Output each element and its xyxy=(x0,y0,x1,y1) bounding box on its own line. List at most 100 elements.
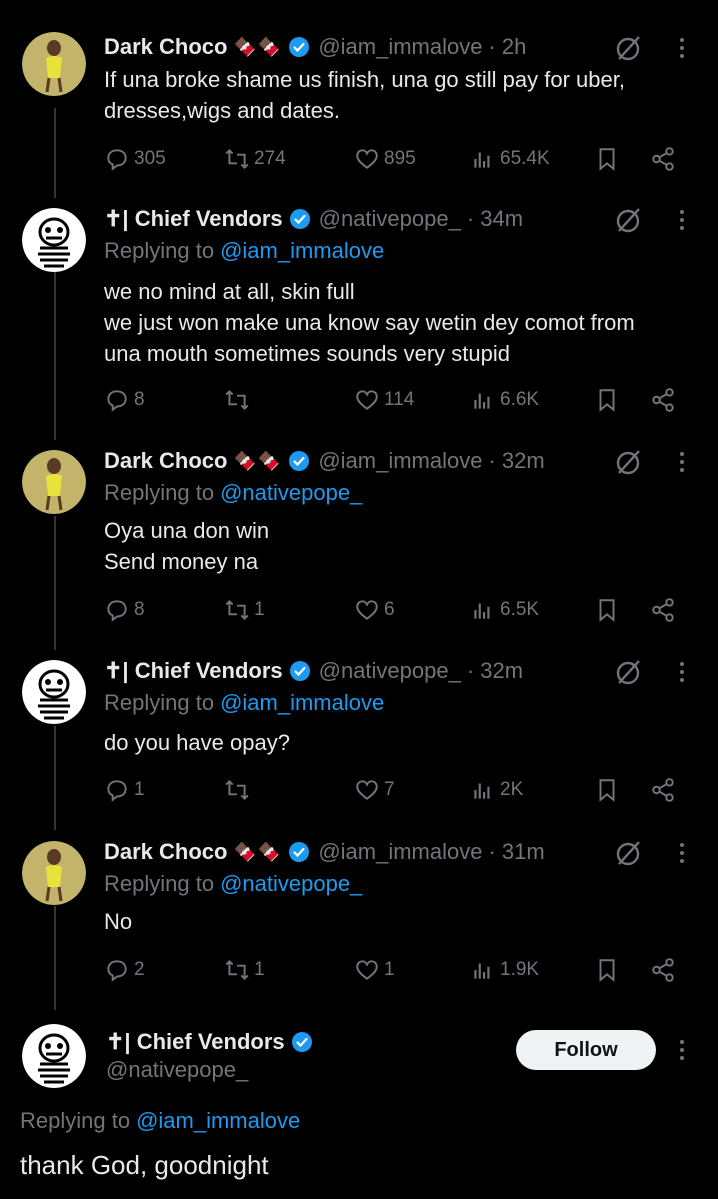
grok-icon[interactable] xyxy=(612,204,644,236)
tweet-text: If una broke shame us finish, una go sti… xyxy=(104,67,625,123)
more-icon[interactable] xyxy=(672,1034,692,1066)
repost-button[interactable]: 1 xyxy=(224,955,265,985)
bookmark-button[interactable] xyxy=(594,775,624,805)
reply-count: 305 xyxy=(134,148,166,169)
like-button[interactable]: 895 xyxy=(354,144,416,174)
more-icon[interactable] xyxy=(672,204,692,236)
reply-button[interactable]: 1 xyxy=(104,775,145,805)
author-handle[interactable]: @iam_immalove xyxy=(318,34,482,60)
reply-count: 8 xyxy=(134,599,145,620)
reply-button[interactable]: 305 xyxy=(104,144,166,174)
author-handle[interactable]: @iam_immalove xyxy=(318,448,482,474)
replying-to-mention[interactable]: @nativepope_ xyxy=(220,871,362,896)
replying-to: Replying to @nativepope_ xyxy=(104,871,362,897)
thread-line xyxy=(54,906,56,1010)
verified-icon xyxy=(289,209,310,229)
reply-button[interactable]: 8 xyxy=(104,385,145,415)
timestamp[interactable]: · 34m xyxy=(467,206,523,232)
bookmark-icon xyxy=(599,389,615,412)
author-name[interactable]: Dark Choco xyxy=(104,839,227,865)
author-name[interactable]: Dark Choco xyxy=(104,34,227,60)
more-icon[interactable] xyxy=(672,656,692,688)
reply-button[interactable]: 2 xyxy=(104,955,145,985)
verified-icon xyxy=(289,37,310,57)
bookmark-button[interactable] xyxy=(594,385,624,415)
timestamp[interactable]: · 32m xyxy=(488,448,544,474)
reply-icon xyxy=(107,390,127,412)
verified-icon xyxy=(289,661,310,681)
follow-button[interactable]: Follow xyxy=(516,1030,656,1070)
like-button[interactable]: 6 xyxy=(354,595,395,625)
reply-icon xyxy=(107,960,127,982)
grok-icon[interactable] xyxy=(612,837,644,869)
share-button[interactable] xyxy=(650,144,680,174)
like-icon xyxy=(356,600,378,620)
share-button[interactable] xyxy=(650,595,680,625)
repost-button[interactable] xyxy=(224,385,254,415)
views-button[interactable]: 2K xyxy=(470,775,523,805)
bookmark-icon xyxy=(599,148,615,171)
replying-to-label: Replying to xyxy=(104,690,215,715)
timestamp[interactable]: · 31m xyxy=(488,839,544,865)
author-handle[interactable]: @nativepope_ xyxy=(319,658,461,684)
views-button[interactable]: 1.9K xyxy=(470,955,539,985)
views-button[interactable]: 6.5K xyxy=(470,595,539,625)
more-icon[interactable] xyxy=(672,837,692,869)
replying-to-mention[interactable]: @nativepope_ xyxy=(220,480,362,505)
avatar[interactable] xyxy=(22,450,86,514)
avatar[interactable] xyxy=(22,1024,86,1088)
replying-to-label: Replying to xyxy=(104,238,215,263)
more-icon[interactable] xyxy=(672,446,692,478)
verified-icon xyxy=(291,1032,312,1052)
author-name[interactable]: ✝| Chief Vendors xyxy=(104,206,283,232)
views-button[interactable]: 6.6K xyxy=(470,385,539,415)
like-button[interactable]: 114 xyxy=(354,385,414,415)
repost-button[interactable] xyxy=(224,775,254,805)
like-icon xyxy=(356,960,378,980)
grok-icon[interactable] xyxy=(612,446,644,478)
reply-button[interactable]: 8 xyxy=(104,595,145,625)
repost-icon xyxy=(225,389,249,411)
share-button[interactable] xyxy=(650,385,680,415)
like-button[interactable]: 1 xyxy=(354,955,395,985)
like-count: 6 xyxy=(384,599,395,620)
replying-to-mention[interactable]: @iam_immalove xyxy=(220,690,384,715)
like-icon xyxy=(356,780,378,800)
repost-button[interactable]: 274 xyxy=(224,144,286,174)
action-bar: 8 114 6.6K xyxy=(104,385,690,415)
share-icon xyxy=(652,598,674,622)
reply-icon xyxy=(107,600,127,622)
views-button[interactable]: 65.4K xyxy=(470,144,550,174)
replying-to-mention[interactable]: @iam_immalove xyxy=(136,1108,300,1133)
repost-button[interactable]: 1 xyxy=(224,595,265,625)
share-button[interactable] xyxy=(650,775,680,805)
author-handle[interactable]: @iam_immalove xyxy=(318,839,482,865)
more-icon[interactable] xyxy=(672,32,692,64)
bookmark-button[interactable] xyxy=(594,595,624,625)
bookmark-button[interactable] xyxy=(594,955,624,985)
author-name[interactable]: ✝| Chief Vendors xyxy=(104,658,283,684)
avatar[interactable] xyxy=(22,841,86,905)
repost-icon xyxy=(225,779,249,801)
replying-to: Replying to @iam_immalove xyxy=(104,238,384,264)
timestamp[interactable]: · 32m xyxy=(467,658,523,684)
views-icon xyxy=(474,393,490,409)
grok-icon[interactable] xyxy=(612,32,644,64)
thread-line xyxy=(54,516,56,650)
avatar[interactable] xyxy=(22,660,86,724)
author-handle[interactable]: @nativepope_ xyxy=(106,1057,248,1083)
author-name[interactable]: ✝| Chief Vendors xyxy=(106,1029,285,1055)
views-count: 65.4K xyxy=(500,148,550,169)
replying-to-mention[interactable]: @iam_immalove xyxy=(220,238,384,263)
timestamp[interactable]: · 2h xyxy=(488,34,526,60)
grok-icon[interactable] xyxy=(612,656,644,688)
share-button[interactable] xyxy=(650,955,680,985)
avatar[interactable] xyxy=(22,32,86,96)
author-handle[interactable]: @nativepope_ xyxy=(319,206,461,232)
bookmark-button[interactable] xyxy=(594,144,624,174)
author-name[interactable]: Dark Choco xyxy=(104,448,227,474)
thread-line xyxy=(54,726,56,830)
like-button[interactable]: 7 xyxy=(354,775,395,805)
avatar[interactable] xyxy=(22,208,86,272)
reply-count: 1 xyxy=(134,779,145,800)
